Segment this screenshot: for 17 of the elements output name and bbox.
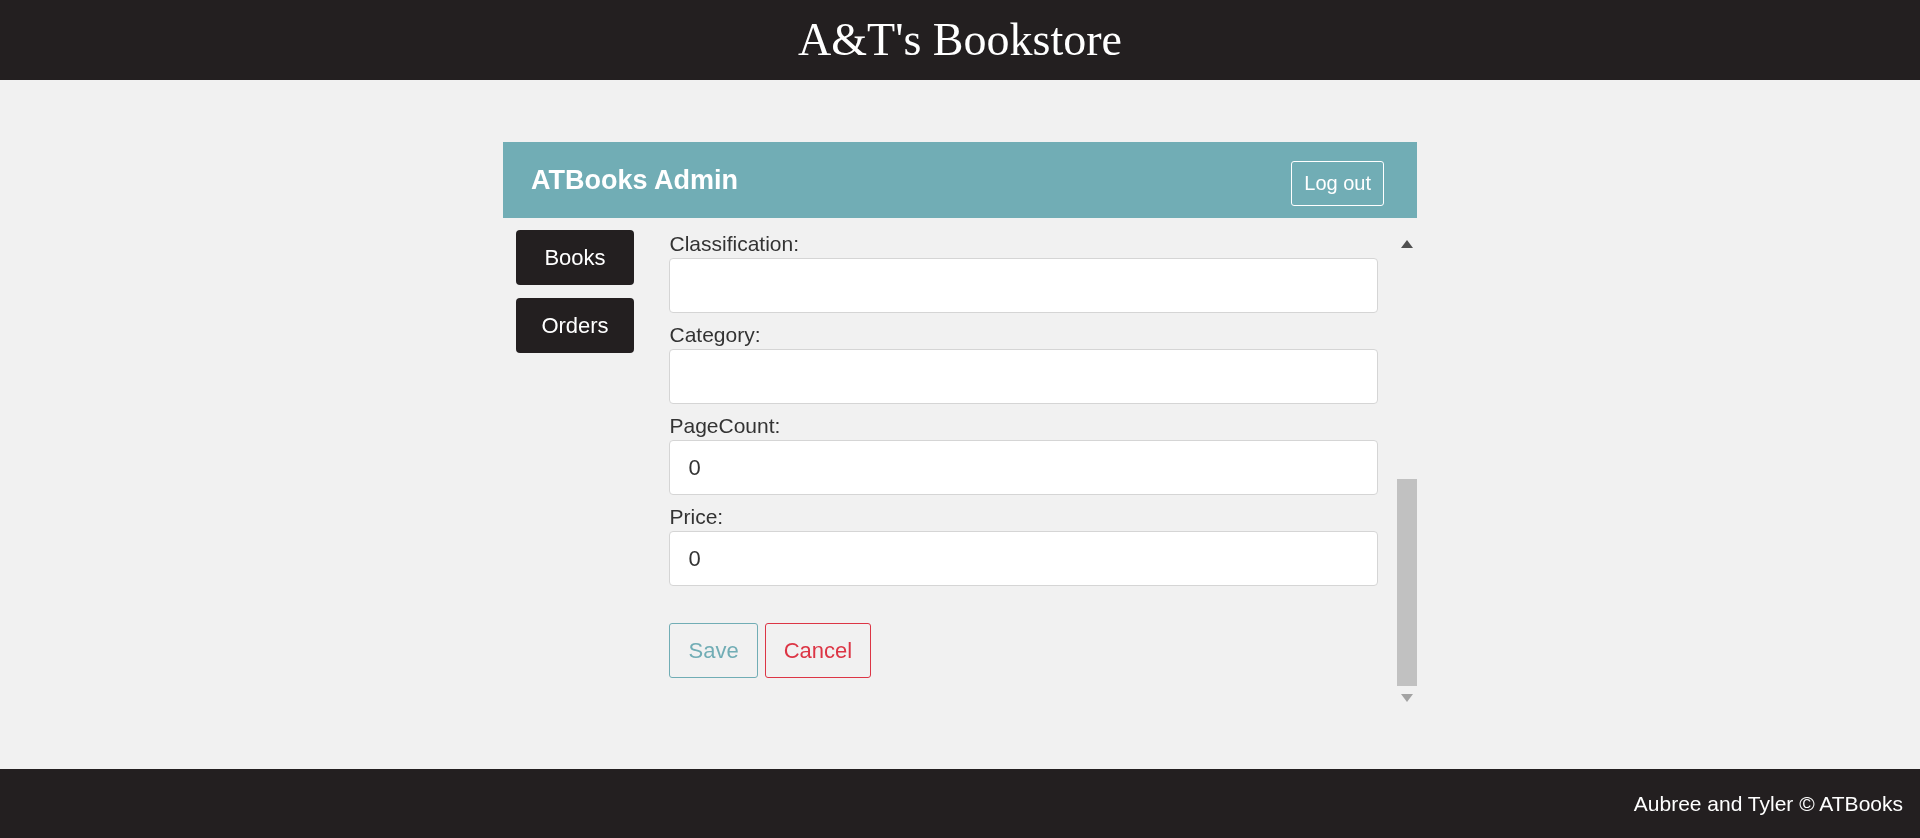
input-field[interactable] [669,258,1378,313]
nav-button[interactable]: Orders [516,298,634,353]
input-field[interactable]: 0 [669,531,1378,586]
input-field[interactable] [669,349,1378,404]
scroll-down-icon[interactable] [1401,694,1413,702]
scrollbar-thumb[interactable] [1397,479,1417,686]
field-label: PageCount: [669,413,782,439]
site-title: A&T's Bookstore [798,17,1122,63]
scroll-up-icon[interactable] [1401,240,1413,248]
field-label: Classification: [669,231,801,257]
field-label: Price: [669,504,725,530]
input-field[interactable]: 0 [669,440,1378,495]
admin-title: ATBooks Admin [531,163,738,197]
cancel-button[interactable]: Cancel [764,623,872,678]
footer-text: Aubree and Tyler © ATBooks [1633,790,1903,817]
field-label: Category: [669,322,762,348]
nav-button[interactable]: Books [516,230,634,285]
